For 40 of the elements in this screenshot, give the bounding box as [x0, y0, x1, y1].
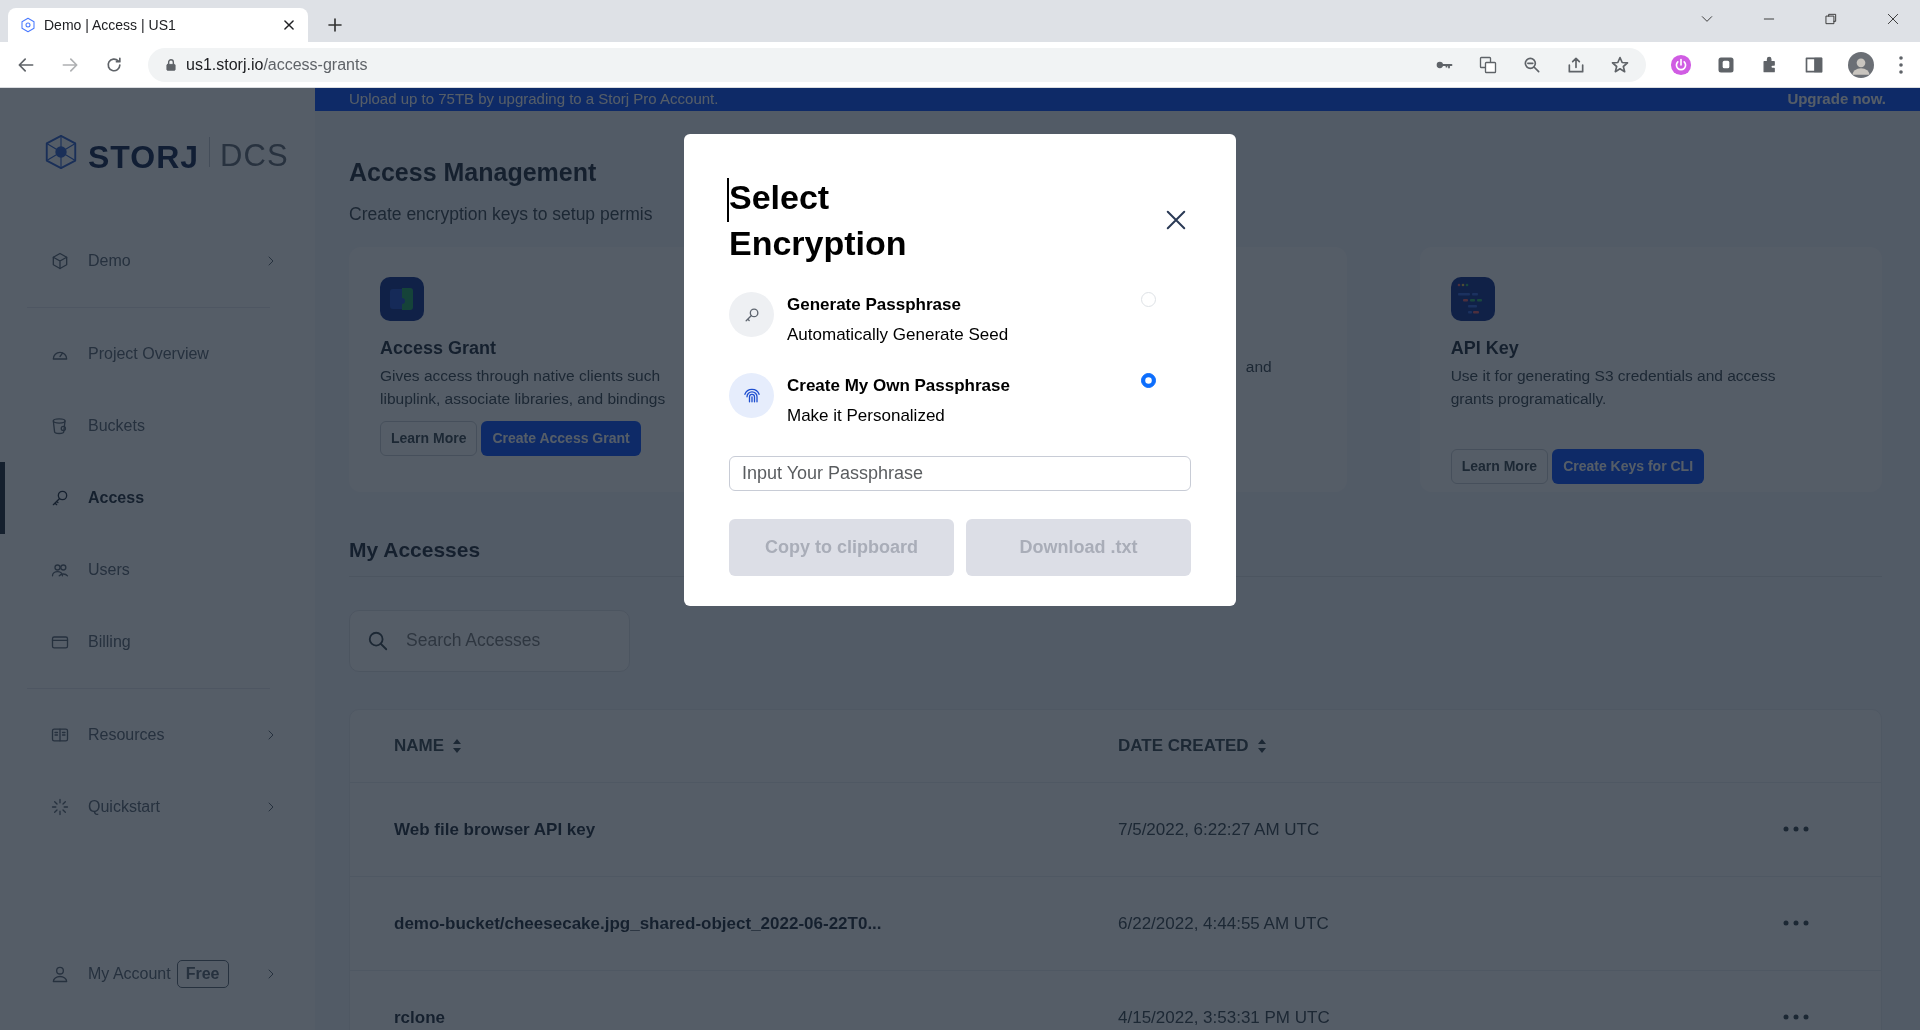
access-name: Web file browser API key [394, 818, 597, 841]
browser-tab[interactable]: Demo | Access | US1 [8, 8, 308, 42]
banner-text: Upload up to 75TB by upgrading to a Storj Pro Account. [349, 89, 720, 109]
encryption-option[interactable]: Create My Own Passphrase Make it Personalized [729, 373, 1191, 428]
option-title: Create My Own Passphrase [787, 375, 1011, 397]
access-name: demo-bucket/cheesecake.jpg_shared-object_2022-06-22T0... [394, 912, 883, 935]
passphrase-input[interactable]: Input Your Passphrase [729, 456, 1191, 491]
network-icon [20, 17, 36, 33]
card-description: Gives access through native clients such libuplink, associate libraries, and bindings [380, 366, 666, 410]
column-header[interactable]: DATE CREATED [1118, 733, 1267, 759]
card-title: API Key [1450, 337, 1520, 361]
menu-icon[interactable] [1898, 54, 1904, 75]
lock-icon [164, 57, 178, 72]
close-icon[interactable] [282, 18, 296, 32]
card-title: Access Grant [380, 337, 498, 361]
avatar-icon[interactable] [1848, 51, 1874, 78]
access-date: 4/15/2022, 3:53:31 PM UTC [1118, 1006, 1331, 1029]
column-header[interactable]: NAME [394, 733, 1118, 759]
option-title: Generate Passphrase [787, 294, 962, 316]
url-text: us1.storj.io/access-grants [186, 54, 369, 75]
card-description: Use it for generating S3 credentials and access grants programatically. [1450, 366, 1776, 410]
logo-brand: STORJ [88, 138, 200, 177]
access-name: rclone [394, 1006, 447, 1029]
modal-title: Select Encryption [729, 178, 907, 262]
plus-icon[interactable] [326, 16, 344, 34]
page-title: Access Management [349, 156, 598, 188]
option-subtitle: Automatically Generate Seed [787, 323, 1010, 346]
access-date: 7/5/2022, 6:22:27 AM UTC [1118, 818, 1321, 841]
close-icon[interactable] [1165, 209, 1187, 231]
close-icon[interactable] [1886, 12, 1900, 26]
option-subtitle: Make it Personalized [787, 404, 946, 427]
card-description: and [1245, 357, 1272, 378]
restore-icon[interactable] [1824, 12, 1838, 26]
star-icon[interactable] [1610, 54, 1630, 75]
text-cursor [727, 178, 729, 222]
address-bar[interactable]: us1.storj.io/access-grants [148, 47, 1646, 82]
encryption-option[interactable]: Generate Passphrase Automatically Generate Seed [729, 292, 1191, 347]
radio-button[interactable] [1141, 373, 1156, 388]
power-icon[interactable] [1670, 53, 1692, 76]
access-date: 6/22/2022, 4:44:55 AM UTC [1118, 912, 1330, 935]
